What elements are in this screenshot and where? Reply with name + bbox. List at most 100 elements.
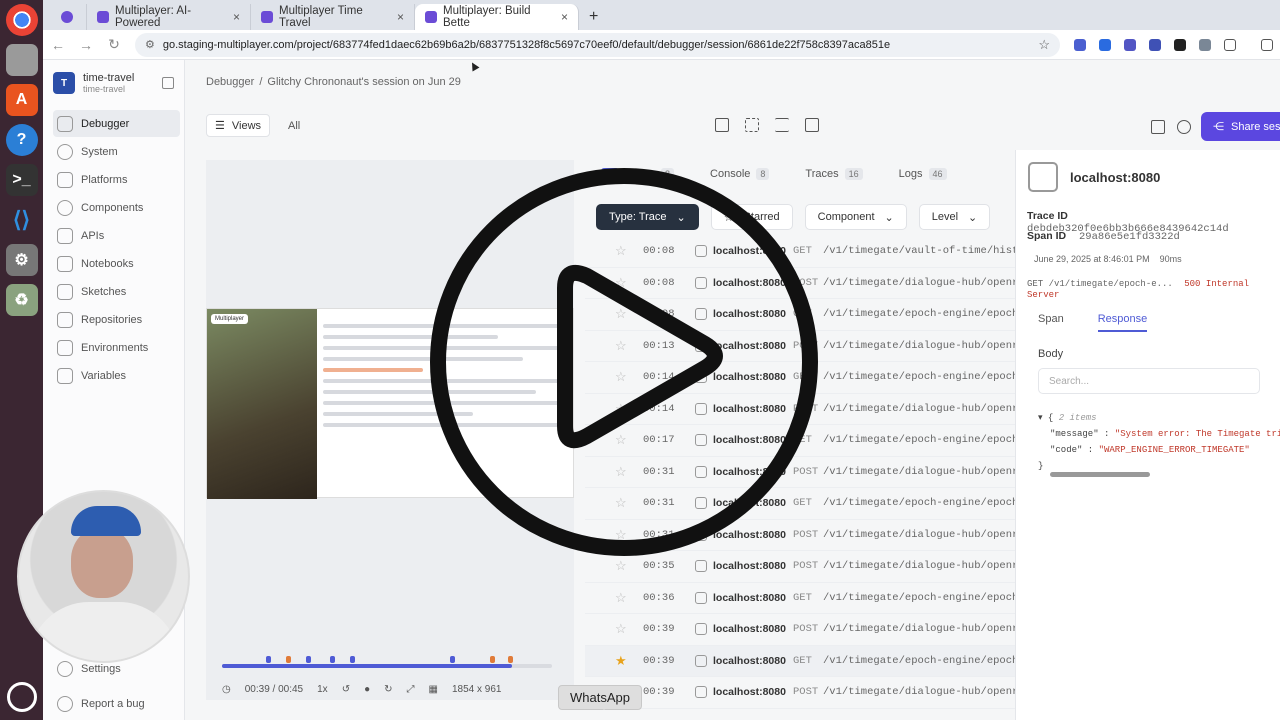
back-icon[interactable]: ← xyxy=(51,37,65,53)
sidebar-item-notebooks[interactable]: Notebooks xyxy=(53,250,180,277)
tab-pinned[interactable] xyxy=(51,4,87,30)
play-overlay-icon[interactable] xyxy=(427,168,821,556)
share-session-button[interactable]: ⋲ Share ses xyxy=(1201,112,1280,141)
trace-row[interactable]: ☆ 00:36 localhost:8080 GET/v1/timegate/epoc… xyxy=(585,583,1015,614)
close-icon[interactable]: × xyxy=(561,10,568,24)
timeline-marker[interactable] xyxy=(286,656,291,663)
address-bar[interactable]: ⚙ go.staging-multiplayer.com/project/683… xyxy=(135,32,1060,57)
row-path: /v1/timegate/dialogue-hub/openrouter/mes… xyxy=(823,560,1015,572)
show-apps-icon[interactable] xyxy=(7,682,37,712)
vscode-icon[interactable]: ⟨⟩ xyxy=(6,204,38,236)
bookmark-star-icon[interactable]: ☆ xyxy=(1038,37,1050,53)
service-cube-icon xyxy=(1028,162,1058,192)
star-filled-icon[interactable]: ★ xyxy=(585,653,627,669)
timeline-marker[interactable] xyxy=(508,656,513,663)
timeline-marker[interactable] xyxy=(330,656,335,663)
browser-tab-bar: Multiplayer: AI-Powered × Multiplayer Tim… xyxy=(43,0,1280,30)
tab-logs[interactable]: Logs 46 xyxy=(899,168,947,180)
row-path-text: /v1/timegate/dialogue-hub/openrouter/mes… xyxy=(823,560,1015,573)
all-views-tab[interactable]: All xyxy=(288,120,300,132)
timeline-marker[interactable] xyxy=(350,656,355,663)
star-icon[interactable]: ☆ xyxy=(585,558,627,574)
software-center-icon[interactable]: A xyxy=(5,84,38,116)
sidebar-item-debugger[interactable]: Debugger xyxy=(53,110,180,137)
row-path-text: /v1/timegate/vault-of-time/historical-ev… xyxy=(823,245,1015,258)
extension-icon[interactable] xyxy=(1174,38,1186,51)
notes-icon[interactable] xyxy=(1151,120,1165,134)
profile-icon[interactable] xyxy=(1261,38,1273,51)
breadcrumb-root[interactable]: Debugger xyxy=(206,76,254,88)
level-filter[interactable]: Level ⌄ xyxy=(918,204,991,230)
trace-row[interactable]: ★ 00:39 localhost:8080 GET/v1/timegate/epoc… xyxy=(585,645,1015,677)
browser-tab-3[interactable]: Multiplayer: Build Bette × xyxy=(415,4,579,30)
list-layout-icon[interactable] xyxy=(775,118,789,132)
components-icon xyxy=(57,199,73,216)
sidebar-item-environments[interactable]: Environments xyxy=(53,334,180,361)
sidebar-item-components[interactable]: Components xyxy=(53,194,180,221)
play-icon[interactable]: ● xyxy=(364,684,370,695)
rewind-icon[interactable]: ↺ xyxy=(342,684,350,695)
extension-icon[interactable] xyxy=(1199,38,1211,51)
body-search-input[interactable]: Search... xyxy=(1038,368,1260,394)
star-icon[interactable]: ☆ xyxy=(585,590,627,606)
trash-icon[interactable]: ♻ xyxy=(5,284,38,316)
browser-tab-2[interactable]: Multiplayer Time Travel × xyxy=(251,4,415,30)
report-bug-button[interactable]: Report a bug xyxy=(53,690,180,717)
span-id-value[interactable]: 29a86e5e1fd3322d xyxy=(1079,231,1180,243)
close-icon[interactable]: × xyxy=(233,10,240,24)
detail-host: localhost:8080 xyxy=(1070,169,1161,185)
platforms-icon xyxy=(57,171,73,188)
extension-icon[interactable] xyxy=(1074,38,1086,51)
row-method: POST xyxy=(793,623,819,636)
tab-span[interactable]: Span xyxy=(1038,313,1064,332)
extension-icon[interactable] xyxy=(1099,38,1111,51)
request-line: GET /v1/timegate/epoch-e... xyxy=(1027,279,1179,289)
speed-select[interactable]: 1x xyxy=(317,684,328,695)
sidebar-item-label: Notebooks xyxy=(81,257,134,270)
browser-tab-1[interactable]: Multiplayer: AI-Powered × xyxy=(87,4,251,30)
puzzle-icon[interactable] xyxy=(1224,38,1236,51)
json-value: "WARP_ENGINE_ERROR_TIMEGATE" xyxy=(1098,445,1250,455)
timeline-marker[interactable] xyxy=(266,656,271,663)
reload-icon[interactable]: ↻ xyxy=(107,36,121,53)
sidebar-item-variables[interactable]: Variables xyxy=(53,362,180,389)
trace-row[interactable]: ☆00:39localhost:8080POST/v1/timegate/dia… xyxy=(585,677,1015,709)
views-button[interactable]: ☰ Views xyxy=(206,114,271,137)
timeline-marker[interactable] xyxy=(450,656,455,663)
forward-skip-icon[interactable]: ↻ xyxy=(384,684,392,695)
timeline-marker[interactable] xyxy=(306,656,311,663)
extension-icon[interactable] xyxy=(1149,38,1161,51)
row-method: POST xyxy=(793,560,819,573)
new-tab-icon[interactable]: + xyxy=(579,4,608,30)
timestamp: June 29, 2025 at 8:46:01 PM xyxy=(1034,254,1150,264)
row-time: 00:36 xyxy=(643,591,675,604)
replay-timeline[interactable] xyxy=(222,656,552,668)
files-icon[interactable] xyxy=(5,44,38,76)
video-icon[interactable] xyxy=(805,118,819,132)
tab-count: 16 xyxy=(844,168,863,180)
tab-response[interactable]: Response xyxy=(1097,313,1148,332)
trace-row[interactable]: ☆00:39localhost:8080POST/v1/timegate/dia… xyxy=(585,614,1015,646)
site-info-icon[interactable]: ⚙ xyxy=(145,38,155,51)
star-icon[interactable]: ☆ xyxy=(585,621,627,637)
close-icon[interactable]: × xyxy=(397,10,404,24)
horizontal-scrollbar[interactable] xyxy=(1050,472,1150,477)
forward-icon[interactable]: → xyxy=(79,37,93,53)
fullscreen-icon[interactable] xyxy=(745,118,759,132)
sidebar-item-apis[interactable]: APIs xyxy=(53,222,180,249)
terminal-icon[interactable]: >_ xyxy=(5,164,38,196)
chrome-icon[interactable] xyxy=(5,4,38,36)
timeline-marker[interactable] xyxy=(490,656,495,663)
extension-icon[interactable] xyxy=(1124,38,1136,51)
settings-app-icon[interactable]: ⚙ xyxy=(5,244,38,276)
project-switcher[interactable]: T time-travel time-travel xyxy=(43,60,184,106)
expand-icon[interactable]: ⤢ xyxy=(407,684,415,695)
collapse-sidebar-icon[interactable] xyxy=(162,77,174,89)
split-layout-icon[interactable] xyxy=(715,118,729,132)
sidebar-item-sketches[interactable]: Sketches xyxy=(53,278,180,305)
sparkle-icon[interactable] xyxy=(1177,120,1191,134)
sidebar-item-repositories[interactable]: Repositories xyxy=(53,306,180,333)
sidebar-item-system[interactable]: System xyxy=(53,138,180,165)
help-icon[interactable]: ? xyxy=(5,124,38,156)
sidebar-item-platforms[interactable]: Platforms xyxy=(53,166,180,193)
